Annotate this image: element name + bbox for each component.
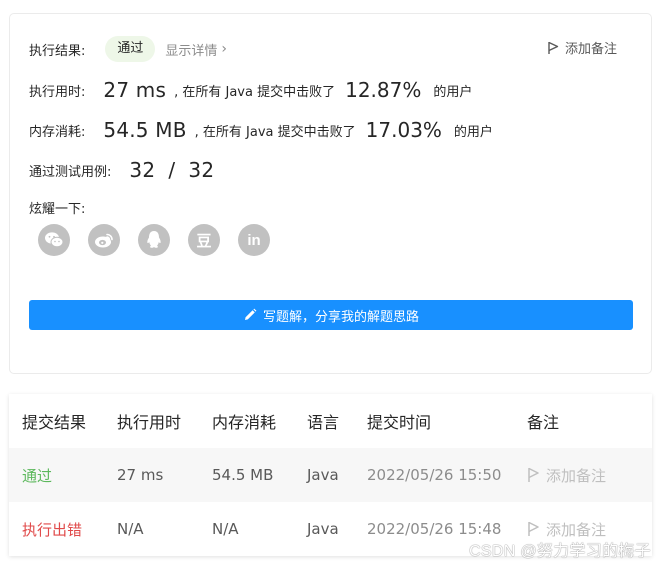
runtime-row: 执行用时: 27 ms , 在所有 Java 提交中击败了 12.87% 的用户 xyxy=(29,77,472,103)
chevron-right-icon: › xyxy=(221,41,228,57)
tests-row: 通过测试用例: 32 / 32 xyxy=(29,157,214,183)
tests-value: 32 / 32 xyxy=(129,158,215,182)
result-status-row: 执行结果: 通过 显示详情 › xyxy=(29,36,227,62)
col-memory: 内存消耗 xyxy=(212,413,277,432)
submissions-table: 提交结果 执行用时 内存消耗 语言 提交时间 备注 通过 27 ms 54.5 … xyxy=(9,394,652,556)
submission-status-link[interactable]: 执行出错 xyxy=(22,519,82,540)
flag-icon xyxy=(548,41,559,54)
col-note: 备注 xyxy=(527,413,560,432)
wechat-icon[interactable] xyxy=(38,224,70,256)
memory-percent: 17.03% xyxy=(365,118,442,142)
show-details-label: 显示详情 xyxy=(165,43,218,59)
result-label: 执行结果: xyxy=(29,43,86,59)
submission-time: 2022/05/26 15:50 xyxy=(367,466,502,484)
weibo-icon[interactable] xyxy=(88,224,120,256)
col-status: 提交结果 xyxy=(22,413,87,432)
submission-language: Java xyxy=(307,520,339,538)
douban-glyph: 豆 xyxy=(196,232,212,250)
qq-icon[interactable] xyxy=(138,224,170,256)
memory-beat-text: , 在所有 Java 提交中击败了 xyxy=(194,124,356,140)
memory-users-suffix: 的用户 xyxy=(453,124,493,140)
submission-memory: 54.5 MB xyxy=(212,466,274,484)
flag-icon xyxy=(528,467,539,482)
linkedin-glyph: in xyxy=(247,231,261,249)
memory-label: 内存消耗: xyxy=(29,124,86,140)
share-icons: 豆 in xyxy=(38,224,288,256)
col-runtime: 执行用时 xyxy=(117,413,182,432)
share-label: 炫耀一下: xyxy=(29,201,86,217)
col-language: 语言 xyxy=(307,413,340,432)
share-row: 炫耀一下: xyxy=(29,198,86,217)
runtime-beat-text: , 在所有 Java 提交中击败了 xyxy=(174,84,336,100)
submission-language: Java xyxy=(307,466,339,484)
result-card: 执行结果: 通过 显示详情 › 添加备注 执行用时: 27 ms , 在所有 J… xyxy=(9,13,652,374)
submission-runtime: N/A xyxy=(117,520,144,538)
submission-runtime: 27 ms xyxy=(117,466,164,484)
linkedin-icon[interactable]: in xyxy=(238,224,270,256)
add-note-label: 添加备注 xyxy=(564,42,617,57)
status-badge: 通过 xyxy=(105,36,156,62)
runtime-users-suffix: 的用户 xyxy=(433,84,473,100)
table-header: 提交结果 执行用时 内存消耗 语言 提交时间 备注 xyxy=(9,394,652,448)
write-solution-label: 写题解，分享我的解题思路 xyxy=(262,309,419,325)
runtime-value: 27 ms xyxy=(103,78,167,102)
memory-value: 54.5 MB xyxy=(103,118,187,142)
flag-icon xyxy=(528,521,539,536)
runtime-percent: 12.87% xyxy=(345,78,422,102)
memory-row: 内存消耗: 54.5 MB , 在所有 Java 提交中击败了 17.03% 的… xyxy=(29,117,493,143)
add-note-label: 添加备注 xyxy=(546,466,607,485)
show-details-link[interactable]: 显示详情 › xyxy=(165,40,227,59)
add-note-button[interactable]: 添加备注 xyxy=(527,465,606,486)
pencil-icon xyxy=(244,308,257,320)
douban-icon[interactable]: 豆 xyxy=(188,224,220,256)
tests-label: 通过测试用例: xyxy=(29,164,112,180)
add-note-button[interactable]: 添加备注 xyxy=(547,38,617,57)
submission-time: 2022/05/26 15:48 xyxy=(367,520,502,538)
submission-memory: N/A xyxy=(212,520,239,538)
watermark: CSDN @努力学习的梅子 xyxy=(469,543,651,560)
table-row[interactable]: 通过 27 ms 54.5 MB Java 2022/05/26 15:50 添… xyxy=(9,448,652,502)
col-time: 提交时间 xyxy=(367,413,432,432)
runtime-label: 执行用时: xyxy=(29,84,86,100)
write-solution-button[interactable]: 写题解，分享我的解题思路 xyxy=(29,300,633,330)
submission-status-link[interactable]: 通过 xyxy=(22,465,52,486)
